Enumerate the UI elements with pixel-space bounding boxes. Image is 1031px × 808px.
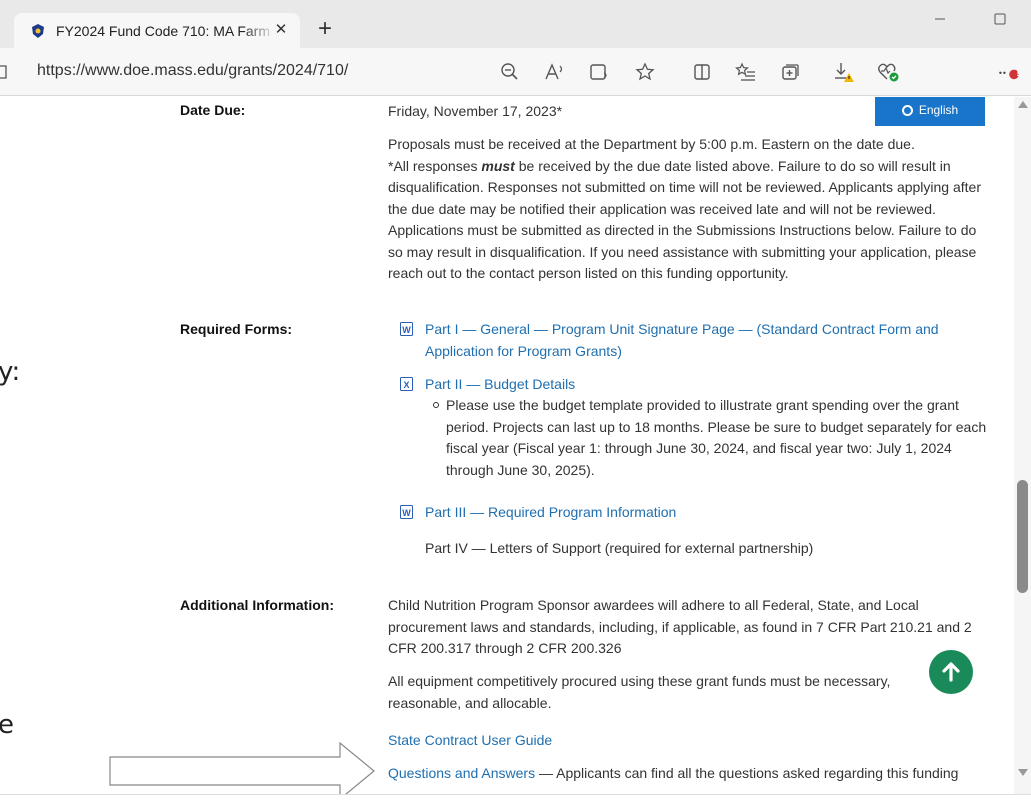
minimize-button[interactable] (920, 4, 960, 34)
must-emphasis: must (481, 157, 515, 174)
bullet-icon (433, 402, 439, 408)
back-to-top-button[interactable] (929, 650, 973, 694)
questions-answers-rest: — Applicants can find all the questions … (535, 765, 959, 781)
part3-link[interactable]: W Part III — Required Program Informatio… (400, 502, 983, 524)
page-scrollbar[interactable] (1014, 97, 1031, 794)
collections-icon[interactable] (778, 60, 802, 84)
svg-text:X: X (403, 380, 409, 390)
favorite-star-icon[interactable] (633, 60, 657, 84)
language-english-button[interactable]: English (875, 97, 985, 126)
tab-bar: FY2024 Fund Code 710: MA Farm to School … (0, 0, 1031, 48)
scrollbar-thumb[interactable] (1017, 480, 1028, 593)
date-due-line1: Proposals must be received at the Depart… (388, 136, 915, 152)
svg-text:W: W (402, 325, 411, 335)
date-due-paragraph: Proposals must be received at the Depart… (388, 134, 988, 285)
maximize-button[interactable] (980, 4, 1020, 34)
new-tab-button[interactable]: + (310, 14, 340, 44)
address-bar: https://www.doe.mass.edu/grants/2024/710… (0, 48, 1031, 96)
cropped-left-text: y: (0, 357, 21, 387)
part1-link-text[interactable]: Part I — General — Program Unit Signatur… (425, 319, 963, 362)
split-screen-icon[interactable] (690, 60, 714, 84)
date-due-rest: be received by the due date listed above… (388, 157, 981, 282)
additional-info-para1: Child Nutrition Program Sponsor awardees… (388, 597, 972, 656)
excel-document-icon: X (400, 377, 413, 391)
svg-text:W: W (402, 508, 411, 518)
part1-link[interactable]: W Part I — General — Program Unit Signat… (400, 319, 963, 362)
questions-answers-line: Questions and Answers — Applicants can f… (388, 763, 988, 785)
page-info-icon[interactable] (0, 62, 12, 80)
tab-title: FY2024 Fund Code 710: MA Farm to School (56, 22, 276, 39)
questions-answers-link[interactable]: Questions and Answers (388, 765, 535, 781)
budget-note-text: Please use the budget template provided … (446, 397, 987, 478)
part3-link-text[interactable]: Part III — Required Program Information (425, 502, 983, 524)
part2-link[interactable]: X Part II — Budget Details (400, 374, 983, 396)
additional-info-label: Additional Information: (180, 597, 334, 613)
word-document-icon: W (400, 505, 413, 519)
favorites-icon[interactable] (734, 60, 758, 84)
budget-note-item: Please use the budget template provided … (433, 395, 991, 481)
url-field[interactable]: https://www.doe.mass.edu/grants/2024/710… (37, 62, 348, 80)
scroll-up-icon[interactable] (1018, 101, 1028, 108)
more-options-icon[interactable]: ! (998, 60, 1022, 84)
part4-text: Part IV — Letters of Support (required f… (425, 540, 814, 556)
bottom-edge (0, 794, 1031, 808)
zoom-out-icon[interactable] (498, 60, 522, 84)
update-badge: ! (1016, 68, 1020, 79)
date-due-label: Date Due: (180, 102, 246, 118)
immersive-reader-icon[interactable] (588, 60, 612, 84)
scroll-down-icon[interactable] (1018, 769, 1028, 776)
close-tab-icon[interactable]: ✕ (270, 18, 292, 40)
cropped-left-text: e (0, 710, 14, 740)
browser-essentials-icon[interactable] (876, 60, 900, 84)
state-contract-guide-link[interactable]: State Contract User Guide (388, 730, 552, 752)
globe-icon (901, 104, 913, 116)
browser-tab[interactable]: FY2024 Fund Code 710: MA Farm to School … (14, 13, 300, 48)
additional-info-para2: All equipment competitively procured usi… (388, 673, 891, 711)
word-document-icon: W (400, 322, 413, 336)
part2-link-text[interactable]: Part II — Budget Details (425, 374, 983, 396)
required-forms-label: Required Forms: (180, 321, 293, 337)
arrow-up-icon (942, 662, 960, 682)
date-due-prefix: *All responses (388, 157, 482, 174)
annotation-arrow-icon (109, 742, 375, 794)
page-content: y: e Date Due: Friday, November 17, 2023… (0, 97, 1014, 794)
massachusetts-seal-icon (32, 23, 44, 38)
english-button-label: English (918, 103, 959, 117)
read-aloud-icon[interactable] (543, 60, 567, 84)
downloads-icon[interactable] (832, 60, 856, 84)
